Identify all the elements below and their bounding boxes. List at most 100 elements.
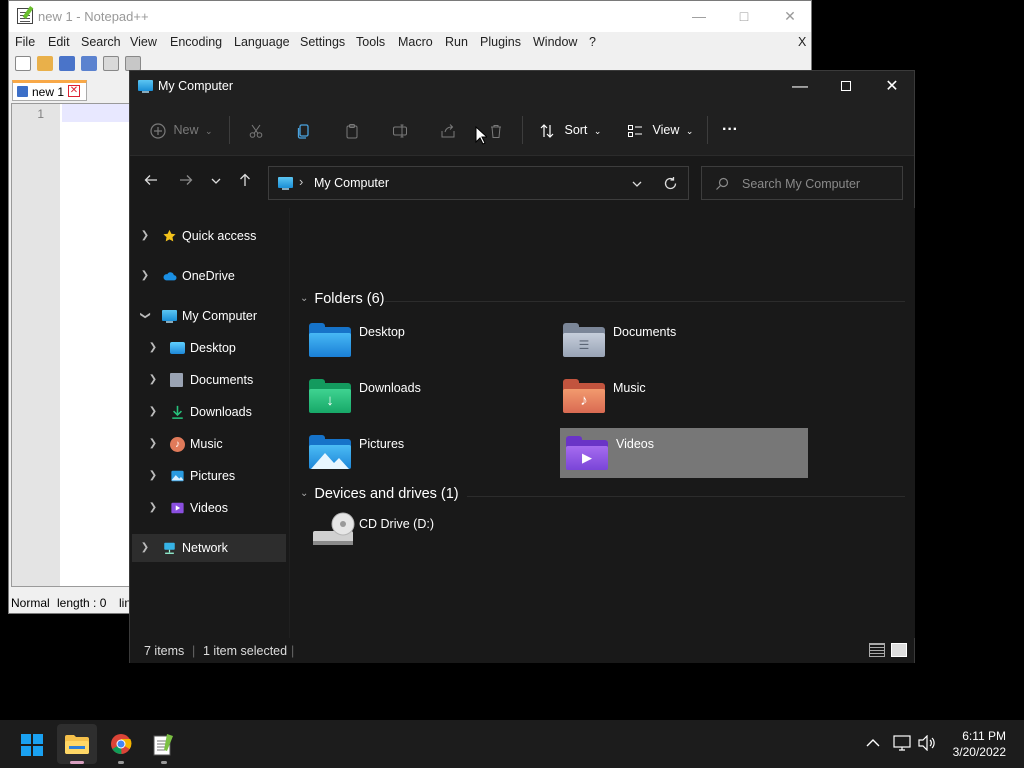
menu-window[interactable]: Window — [533, 35, 577, 49]
menu-language[interactable]: Language — [234, 35, 290, 49]
notepadpp-editor[interactable]: 1 — [11, 103, 138, 587]
menu-plugins[interactable]: Plugins — [480, 35, 521, 49]
close-file-icon[interactable] — [103, 56, 119, 71]
nav-item-documents[interactable]: ❯ Documents — [132, 366, 286, 394]
open-file-icon[interactable] — [37, 56, 53, 71]
folders-group-header[interactable]: ⌄ Folders (6) — [300, 291, 385, 307]
videos-icon — [171, 502, 184, 514]
menu-edit[interactable]: Edit — [48, 35, 70, 49]
notepadpp-close-button[interactable]: ✕ — [778, 7, 802, 25]
nav-item-quick-access[interactable]: ❯ Quick access — [132, 222, 286, 250]
large-icons-view-icon[interactable] — [891, 643, 907, 657]
expand-chevron-icon[interactable]: ❯ — [140, 542, 150, 553]
navigation-row: › My Computer Search My Computer — [130, 156, 914, 208]
up-button[interactable] — [235, 173, 255, 193]
search-box[interactable]: Search My Computer — [701, 166, 903, 200]
forward-button[interactable] — [176, 173, 196, 193]
expand-chevron-icon[interactable]: ❯ — [148, 342, 158, 353]
nav-label: Pictures — [190, 469, 236, 483]
drive-name: CD Drive (D:) — [359, 517, 434, 531]
sort-arrows-icon — [540, 123, 554, 138]
folder-tile-music[interactable]: ♪ Music — [557, 378, 805, 428]
menu-settings[interactable]: Settings — [300, 35, 345, 49]
more-options-button[interactable]: ··· — [722, 117, 738, 143]
refresh-icon[interactable] — [663, 176, 678, 191]
delete-button[interactable] — [488, 117, 504, 143]
music-note-icon: ♪ — [170, 437, 185, 452]
paste-button[interactable] — [344, 117, 360, 143]
expand-chevron-icon[interactable]: ❯ — [148, 470, 158, 481]
explorer-close-button[interactable]: ✕ — [869, 75, 915, 99]
expand-chevron-icon[interactable]: ❯ — [148, 406, 158, 417]
taskbar-file-explorer[interactable] — [57, 724, 97, 764]
cd-drive-icon — [313, 512, 355, 545]
tab-close-icon[interactable]: ✕ — [68, 85, 80, 97]
explorer-maximize-button[interactable] — [823, 75, 869, 99]
notepadpp-close-doc-button[interactable]: X — [798, 35, 806, 49]
collapse-group-chevron-icon[interactable]: ⌄ — [300, 488, 308, 499]
address-dropdown-chevron-icon[interactable] — [631, 178, 643, 190]
view-button[interactable]: View ⌄ — [627, 117, 693, 143]
nav-item-music[interactable]: ❯ ♪ Music — [132, 430, 286, 458]
expand-chevron-icon[interactable]: ❯ — [148, 438, 158, 449]
menu-file[interactable]: File — [15, 35, 35, 49]
nav-item-network[interactable]: ❯ Network — [132, 534, 286, 562]
recent-locations-button[interactable] — [206, 173, 226, 193]
tab-new-1[interactable]: new 1 ✕ — [12, 80, 87, 101]
new-file-icon[interactable] — [15, 56, 31, 71]
rename-button[interactable] — [392, 117, 408, 143]
save-icon[interactable] — [59, 56, 75, 71]
folder-tile-videos[interactable]: ▶ Videos — [560, 428, 808, 478]
notepadpp-statusbar: Normal length : 0 lin — [9, 591, 139, 613]
nav-item-downloads[interactable]: ❯ Downloads — [132, 398, 286, 426]
collapse-group-chevron-icon[interactable]: ⌄ — [300, 293, 308, 304]
notepadpp-titlebar[interactable]: new 1 - Notepad++ — □ ✕ — [9, 1, 811, 32]
save-all-icon[interactable] — [81, 56, 97, 71]
network-monitor-icon[interactable] — [893, 735, 911, 751]
start-button[interactable] — [12, 724, 52, 764]
folder-tile-pictures[interactable]: Pictures — [303, 434, 551, 484]
collapse-chevron-icon[interactable]: ❯ — [140, 311, 151, 321]
copy-button[interactable] — [296, 117, 312, 143]
drive-tile-cd-d[interactable]: CD Drive (D:) — [303, 511, 551, 561]
menu-run[interactable]: Run — [445, 35, 468, 49]
explorer-minimize-button[interactable]: — — [777, 75, 823, 99]
nav-item-my-computer[interactable]: ❯ My Computer — [132, 302, 286, 330]
devices-group-header[interactable]: ⌄ Devices and drives (1) — [300, 486, 459, 502]
share-button[interactable] — [440, 117, 456, 143]
nav-item-pictures[interactable]: ❯ Pictures — [132, 462, 286, 490]
address-bar[interactable]: › My Computer — [268, 166, 689, 200]
menu-tools[interactable]: Tools — [356, 35, 385, 49]
folder-tile-downloads[interactable]: ↓ Downloads — [303, 378, 551, 428]
notepadpp-maximize-button[interactable]: □ — [732, 7, 756, 25]
nav-item-onedrive[interactable]: ❯ OneDrive — [132, 262, 286, 290]
expand-chevron-icon[interactable]: ❯ — [140, 270, 150, 281]
details-view-icon[interactable] — [869, 643, 885, 657]
nav-item-videos[interactable]: ❯ Videos — [132, 494, 286, 522]
new-button[interactable]: New ⌄ — [150, 117, 213, 143]
taskbar-notepadpp[interactable] — [144, 724, 184, 764]
nav-item-desktop[interactable]: ❯ Desktop — [132, 334, 286, 362]
menu-help[interactable]: ? — [589, 35, 596, 49]
show-hidden-icons-chevron-icon[interactable] — [866, 738, 880, 748]
close-all-icon[interactable] — [125, 56, 141, 71]
expand-chevron-icon[interactable]: ❯ — [148, 374, 158, 385]
notepadpp-minimize-button[interactable]: — — [687, 7, 711, 25]
menu-encoding[interactable]: Encoding — [170, 35, 222, 49]
menu-view[interactable]: View — [130, 35, 157, 49]
taskbar-chrome[interactable] — [101, 724, 141, 764]
cut-button[interactable] — [248, 117, 264, 143]
back-button[interactable] — [141, 173, 161, 193]
volume-icon[interactable] — [918, 735, 936, 751]
menu-search[interactable]: Search — [81, 35, 121, 49]
breadcrumb-my-computer[interactable]: My Computer — [314, 176, 389, 190]
explorer-titlebar[interactable]: My Computer — ✕ — [130, 71, 914, 103]
menu-macro[interactable]: Macro — [398, 35, 433, 49]
folder-tile-desktop[interactable]: Desktop — [303, 322, 551, 372]
sort-button[interactable]: Sort ⌄ — [539, 117, 601, 143]
notepadpp-tabbar: new 1 ✕ — [9, 79, 139, 103]
expand-chevron-icon[interactable]: ❯ — [148, 502, 158, 513]
expand-chevron-icon[interactable]: ❯ — [140, 230, 150, 241]
taskbar-clock[interactable]: 6:11 PM 3/20/2022 — [953, 728, 1006, 760]
folder-tile-documents[interactable]: ☰ Documents — [557, 322, 805, 372]
